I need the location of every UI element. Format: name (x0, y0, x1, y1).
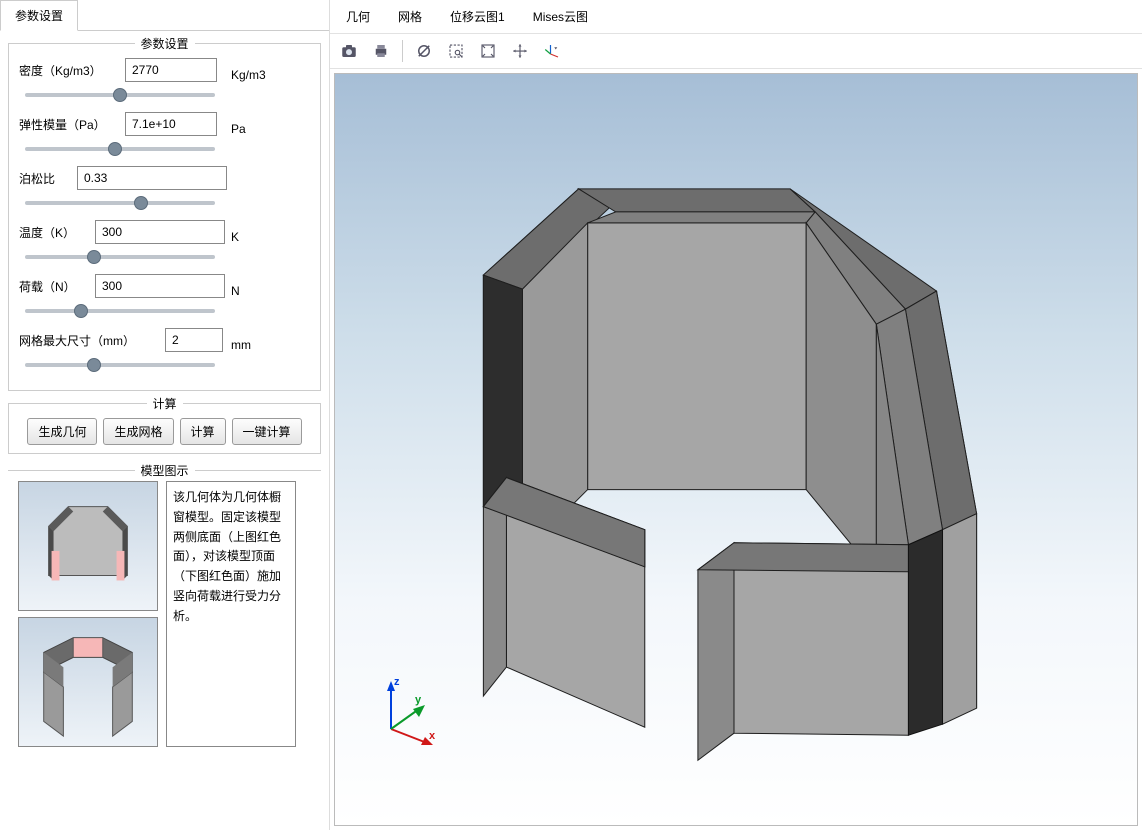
main-tabs: 几何 网格 位移云图1 Mises云图 (330, 0, 1142, 34)
group-model: 模型图示 (8, 466, 321, 755)
svg-text:z: z (394, 676, 400, 688)
btn-one-click[interactable]: 一键计算 (232, 418, 302, 445)
param-temp: 温度（K） K (19, 220, 310, 244)
toolbar-separator (402, 40, 403, 62)
input-mesh[interactable] (165, 328, 223, 352)
main-area: 几何 网格 位移云图1 Mises云图 (330, 0, 1142, 830)
slider-temp[interactable] (25, 255, 215, 259)
app-root: 参数设置 参数设置 密度（Kg/m3） Kg/m3 弹性模量（Pa） Pa 泊松… (0, 0, 1142, 830)
sidebar-tabs: 参数设置 (0, 0, 329, 31)
label-mesh: 网格最大尺寸（mm） (19, 332, 159, 349)
viewport-3d[interactable]: z x y (334, 73, 1138, 826)
orientation-triad: z x y (371, 669, 451, 749)
tab-mesh[interactable]: 网格 (396, 4, 424, 29)
slider-density[interactable] (25, 93, 215, 97)
group-params-title: 参数设置 (134, 35, 194, 52)
unit-modulus: Pa (231, 122, 310, 136)
slider-mesh[interactable] (25, 363, 215, 367)
viewport-toolbar (330, 34, 1142, 69)
param-density: 密度（Kg/m3） Kg/m3 (19, 58, 310, 82)
tab-mises[interactable]: Mises云图 (531, 4, 590, 29)
btn-compute[interactable]: 计算 (180, 418, 226, 445)
unit-load: N (231, 284, 310, 298)
unit-density: Kg/m3 (231, 68, 310, 82)
label-temp: 温度（K） (19, 224, 89, 241)
model-3d (335, 74, 1137, 825)
unit-mesh: mm (231, 338, 310, 352)
pan-icon[interactable] (507, 38, 533, 64)
thumb-top-view (18, 481, 158, 611)
input-temp[interactable] (95, 220, 225, 244)
sidebar-tab-params[interactable]: 参数设置 (0, 0, 78, 31)
slider-modulus[interactable] (25, 147, 215, 151)
thumb-bottom-view (18, 617, 158, 747)
input-modulus[interactable] (125, 112, 217, 136)
slider-poisson[interactable] (25, 201, 215, 205)
group-compute-title: 计算 (146, 395, 182, 412)
unit-temp: K (231, 230, 310, 244)
fit-view-icon[interactable] (475, 38, 501, 64)
svg-text:y: y (415, 694, 422, 706)
tab-displacement[interactable]: 位移云图1 (448, 4, 507, 29)
param-modulus: 弹性模量（Pa） Pa (19, 112, 310, 136)
group-params: 参数设置 密度（Kg/m3） Kg/m3 弹性模量（Pa） Pa 泊松比 (8, 43, 321, 391)
param-poisson: 泊松比 (19, 166, 310, 190)
label-load: 荷载（N） (19, 278, 89, 295)
input-load[interactable] (95, 274, 225, 298)
label-modulus: 弹性模量（Pa） (19, 116, 119, 133)
input-density[interactable] (125, 58, 217, 82)
param-mesh: 网格最大尺寸（mm） mm (19, 328, 310, 352)
group-compute: 计算 生成几何 生成网格 计算 一键计算 (8, 403, 321, 454)
sidebar: 参数设置 参数设置 密度（Kg/m3） Kg/m3 弹性模量（Pa） Pa 泊松… (0, 0, 330, 830)
reset-view-icon[interactable] (411, 38, 437, 64)
slider-load[interactable] (25, 309, 215, 313)
btn-gen-mesh[interactable]: 生成网格 (103, 418, 173, 445)
label-density: 密度（Kg/m3） (19, 62, 119, 79)
group-model-title: 模型图示 (134, 462, 194, 479)
zoom-box-icon[interactable] (443, 38, 469, 64)
axes-icon[interactable] (539, 38, 565, 64)
param-load: 荷载（N） N (19, 274, 310, 298)
input-poisson[interactable] (77, 166, 227, 190)
label-poisson: 泊松比 (19, 170, 71, 187)
print-icon[interactable] (368, 38, 394, 64)
model-description: 该几何体为几何体橱窗模型。固定该模型两侧底面（上图红色面），对该模型顶面（下图红… (166, 481, 296, 747)
camera-icon[interactable] (336, 38, 362, 64)
svg-text:x: x (429, 730, 436, 742)
btn-gen-geom[interactable]: 生成几何 (27, 418, 97, 445)
tab-geometry[interactable]: 几何 (344, 4, 372, 29)
